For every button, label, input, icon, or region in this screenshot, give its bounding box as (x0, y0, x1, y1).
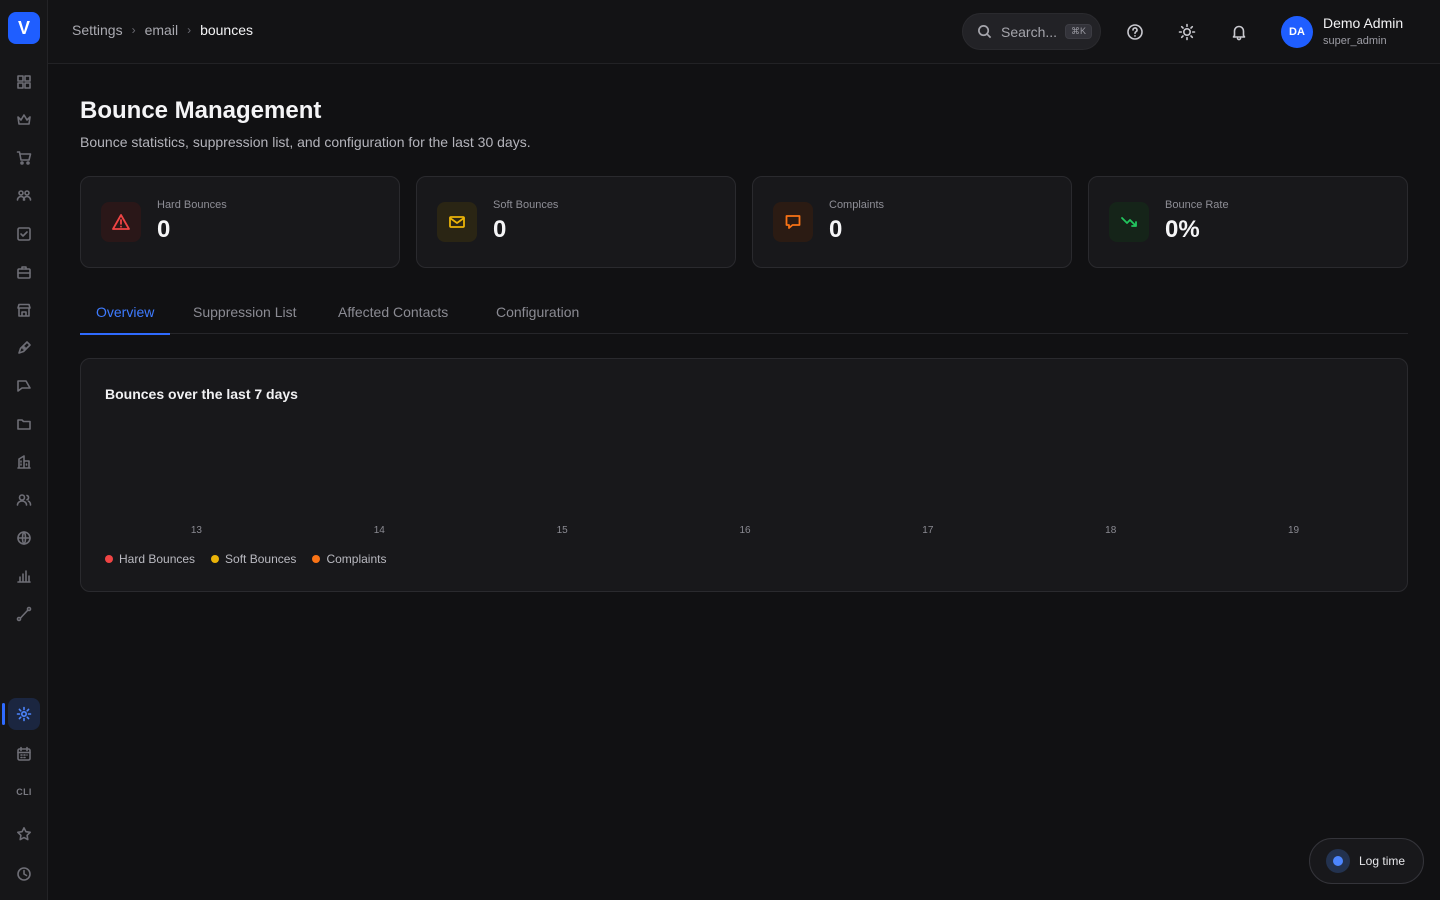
page-title: Bounce Management (80, 97, 322, 124)
user-name[interactable]: Demo Admin (1323, 15, 1403, 31)
x-tick-label: 13 (191, 525, 203, 536)
legend-dot (211, 555, 220, 563)
stat-label: Bounce Rate (1165, 199, 1229, 211)
help-icon[interactable] (1125, 22, 1145, 42)
chart-title: Bounces over the last 7 days (105, 386, 298, 402)
stat-value: 0% (1165, 216, 1200, 243)
pen-icon[interactable] (14, 338, 34, 358)
search-shortcut: ⌘K (1065, 24, 1093, 39)
message-square-icon (773, 202, 813, 242)
tab-suppression-list[interactable]: Suppression List (177, 290, 313, 334)
cli-button[interactable]: CLI (8, 787, 40, 797)
search-placeholder: Search... (1001, 23, 1058, 40)
stat-card-bounce-rate: Bounce Rate 0% (1088, 176, 1408, 268)
bar-chart-icon[interactable] (14, 566, 34, 586)
stat-card-complaints: Complaints 0 (752, 176, 1072, 268)
crown-icon[interactable] (14, 110, 34, 130)
x-tick-label: 19 (1288, 525, 1300, 536)
timer-icon (1326, 849, 1350, 873)
breadcrumb: Settings › email › bounces (72, 22, 253, 38)
grid-icon[interactable] (14, 72, 34, 92)
tab-bar: Overview Suppression List Affected Conta… (80, 290, 1408, 335)
stat-label: Complaints (829, 199, 885, 211)
alert-triangle-icon (101, 202, 141, 242)
log-time-label: Log time (1359, 854, 1406, 868)
x-tick-label: 14 (374, 525, 386, 536)
search-icon (978, 25, 992, 39)
avatar[interactable]: DA (1281, 16, 1313, 48)
globe-icon[interactable] (14, 528, 34, 548)
legend-item[interactable]: Soft Bounces (211, 552, 296, 566)
breadcrumb-bounces: bounces (200, 22, 253, 38)
cart-icon[interactable] (14, 148, 34, 168)
settings-icon[interactable] (14, 704, 34, 724)
stat-label: Hard Bounces (157, 199, 227, 211)
legend-label: Complaints (326, 552, 387, 566)
search-input[interactable]: Search... ⌘K (962, 13, 1101, 50)
chart-legend: Hard Bounces Soft Bounces Complaints (105, 552, 386, 566)
folder-icon[interactable] (14, 414, 34, 434)
top-header: Settings › email › bounces Search... ⌘K … (48, 0, 1440, 64)
stat-value: 0 (157, 216, 171, 243)
stat-card-hard-bounces: Hard Bounces 0 (80, 176, 400, 268)
chevron-right-icon: › (131, 23, 136, 37)
breadcrumb-settings[interactable]: Settings (72, 22, 123, 38)
chevron-right-icon: › (187, 23, 192, 37)
stat-value: 0 (829, 216, 843, 243)
app-logo[interactable]: V (8, 12, 40, 44)
send-icon[interactable] (14, 376, 34, 396)
tab-configuration[interactable]: Configuration (480, 290, 595, 334)
mail-icon (437, 202, 477, 242)
briefcase-icon[interactable] (14, 262, 34, 282)
trending-down-icon (1109, 202, 1149, 242)
x-tick-label: 15 (557, 525, 569, 536)
bounces-chart: 13 14 15 16 17 18 19 (191, 525, 1300, 536)
route-icon[interactable] (14, 604, 34, 624)
stat-label: Soft Bounces (493, 199, 559, 211)
user-role: super_admin (1323, 35, 1387, 47)
bounces-chart-card: Bounces over the last 7 days 13 14 15 16 17 1… (80, 358, 1408, 592)
stat-card-soft-bounces: Soft Bounces 0 (416, 176, 736, 268)
store-icon[interactable] (14, 300, 34, 320)
tab-overview[interactable]: Overview (80, 290, 171, 335)
legend-dot (105, 555, 113, 563)
sidebar-active-indicator (2, 703, 5, 725)
legend-item[interactable]: Hard Bounces (105, 552, 195, 566)
tab-affected-contacts[interactable]: Affected Contacts (322, 290, 464, 334)
star-icon[interactable] (14, 824, 34, 844)
users-icon[interactable] (14, 186, 34, 206)
breadcrumb-email[interactable]: email (145, 22, 178, 38)
legend-item[interactable]: Complaints (312, 552, 386, 566)
sidebar: V CLI (0, 0, 48, 900)
bell-icon[interactable] (1229, 22, 1249, 42)
team-icon[interactable] (14, 490, 34, 510)
checkbox-icon[interactable] (14, 224, 34, 244)
legend-label: Hard Bounces (119, 552, 196, 566)
x-tick-label: 16 (739, 525, 751, 536)
legend-dot (312, 555, 321, 563)
x-tick-label: 17 (922, 525, 934, 536)
calendar-icon[interactable] (14, 744, 34, 764)
log-time-button[interactable]: Log time (1309, 838, 1424, 884)
sun-icon[interactable] (1177, 22, 1197, 42)
building-icon[interactable] (14, 452, 34, 472)
page-subtitle: Bounce statistics, suppression list, and… (80, 134, 531, 150)
stat-value: 0 (493, 216, 507, 243)
legend-label: Soft Bounces (225, 552, 297, 566)
clock-icon[interactable] (14, 864, 34, 884)
x-tick-label: 18 (1105, 525, 1117, 536)
